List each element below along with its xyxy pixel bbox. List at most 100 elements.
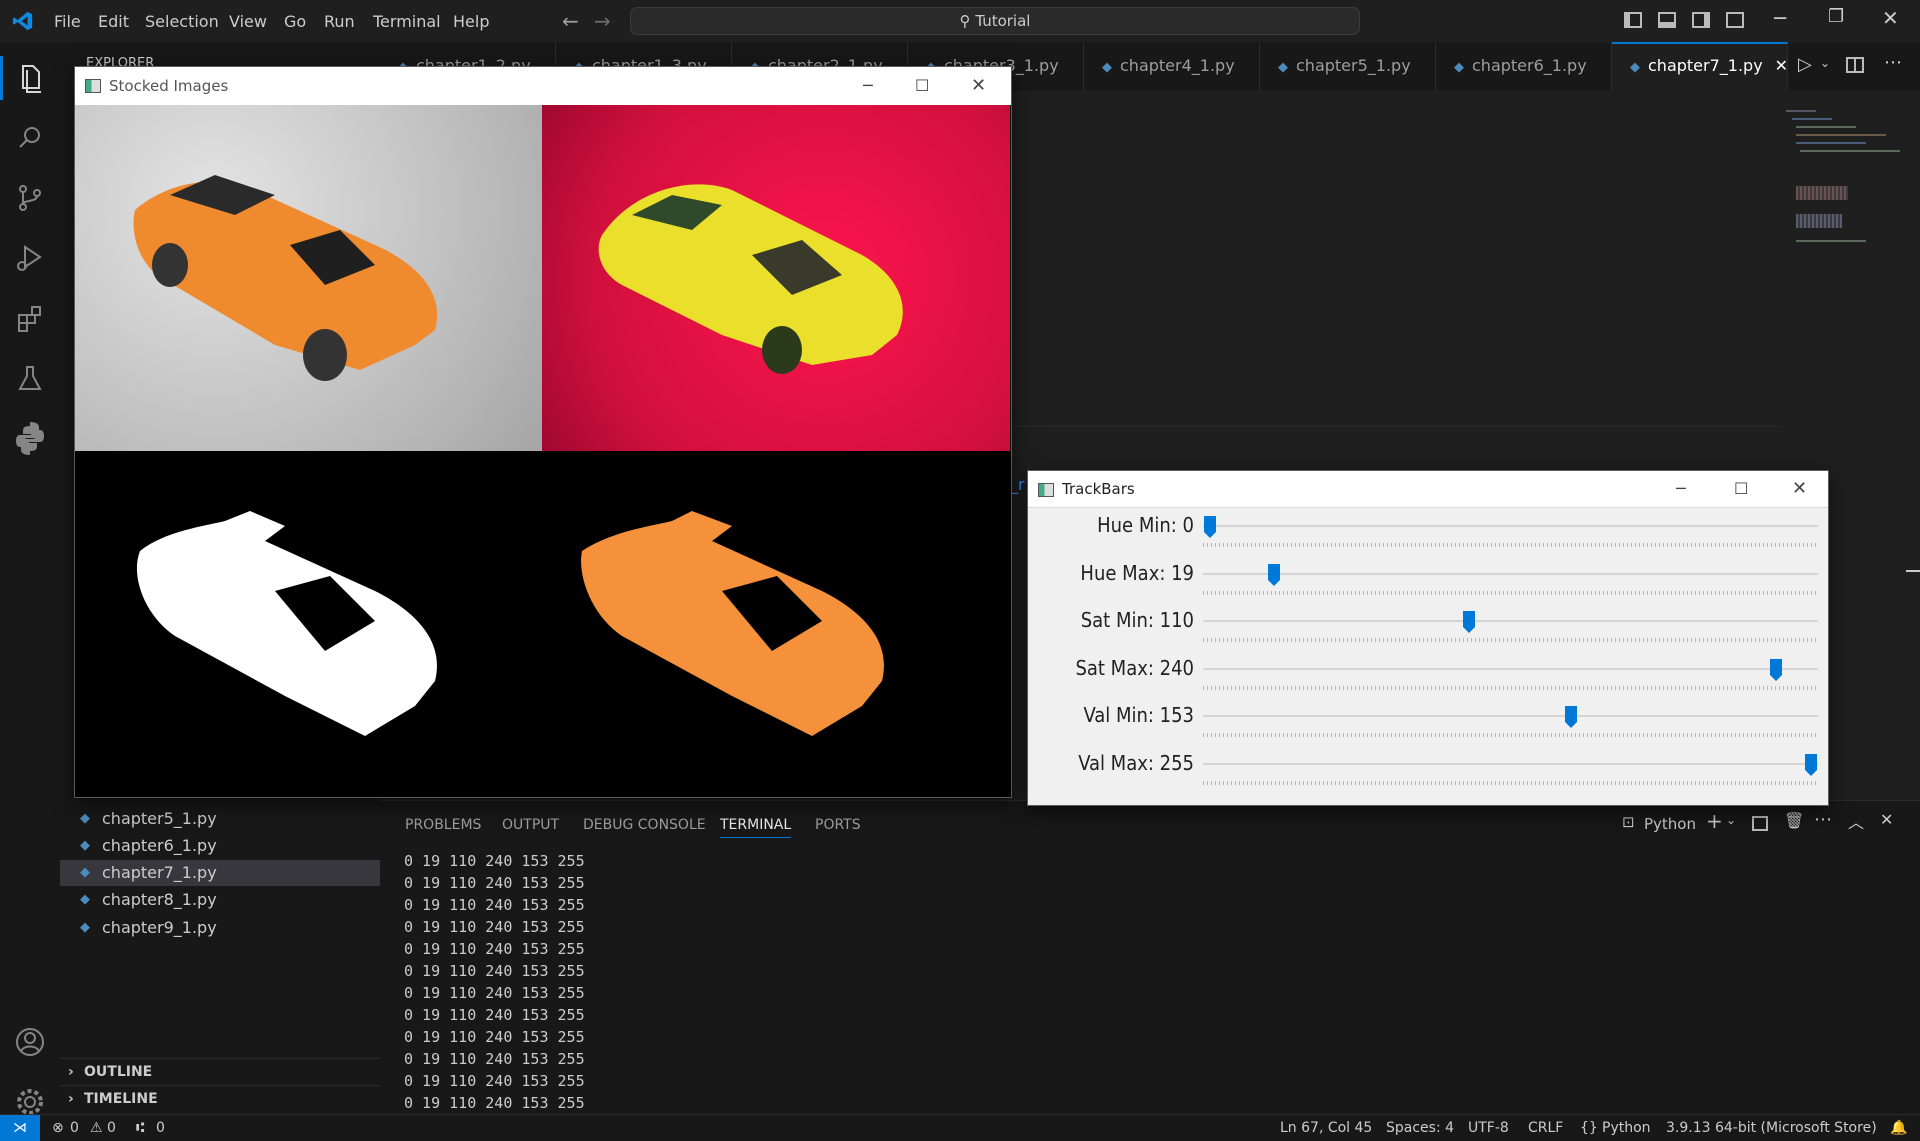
trackbar-track[interactable] xyxy=(1203,572,1818,575)
trackbars-window[interactable]: TrackBars ─ ☐ ✕ Hue Min: 0 Hue Max: 19 Sat… xyxy=(1027,470,1829,806)
menu-run[interactable]: Run xyxy=(318,8,361,35)
menu-help[interactable]: Help xyxy=(447,8,495,35)
warnings-count[interactable]: 0 xyxy=(107,1115,116,1141)
encoding[interactable]: UTF-8 xyxy=(1468,1115,1509,1141)
python-icon[interactable] xyxy=(10,418,50,458)
trackbar-track[interactable] xyxy=(1203,762,1818,765)
minimize-icon[interactable]: ─ xyxy=(1676,471,1686,507)
python-file-icon: ◆ xyxy=(80,892,90,907)
run-python-icon[interactable]: ▷ xyxy=(1798,54,1812,75)
file-item[interactable]: ◆ chapter6_1.py xyxy=(60,833,380,859)
stacked-window-titlebar[interactable]: Stocked Images ─ ☐ ✕ xyxy=(75,67,1011,105)
panel-tab-output[interactable]: OUTPUT xyxy=(502,817,559,833)
split-terminal-icon[interactable] xyxy=(1752,816,1768,831)
timeline-section[interactable]: › TIMELINE xyxy=(60,1085,380,1112)
menu-file[interactable]: File xyxy=(48,8,87,35)
python-file-icon: ◆ xyxy=(80,811,90,826)
toggle-panel-icon[interactable] xyxy=(1658,12,1676,28)
trackbar-thumb[interactable] xyxy=(1462,610,1476,634)
panel-more-icon[interactable]: ⋯ xyxy=(1814,809,1832,830)
trackbar-thumb[interactable] xyxy=(1564,705,1578,729)
file-item[interactable]: ◆ chapter8_1.py xyxy=(60,887,380,913)
maximize-icon[interactable]: ☐ xyxy=(915,67,929,105)
terminal-dropdown-icon[interactable]: ⌄ xyxy=(1726,813,1736,827)
panel-tab-debug-console[interactable]: DEBUG CONSOLE xyxy=(583,817,706,833)
tab-chapter5-1[interactable]: ◆ chapter5_1.py xyxy=(1260,42,1436,90)
panel-tab-terminal[interactable]: TERMINAL xyxy=(720,817,792,838)
maximize-panel-icon[interactable]: ︿ xyxy=(1848,809,1864,833)
menu-go[interactable]: Go xyxy=(278,8,312,35)
file-item-active[interactable]: ◆ chapter7_1.py xyxy=(60,860,380,886)
source-control-icon[interactable] xyxy=(10,178,50,218)
menu-edit[interactable]: Edit xyxy=(92,8,135,35)
explorer-icon[interactable] xyxy=(10,58,50,98)
trackbar-track[interactable] xyxy=(1203,525,1818,527)
trash-icon[interactable]: 🗑 xyxy=(1784,811,1804,830)
toggle-secondary-sidebar-icon[interactable] xyxy=(1692,12,1710,28)
search-icon[interactable] xyxy=(10,118,50,158)
extensions-icon[interactable] xyxy=(10,298,50,338)
stacked-images-window[interactable]: Stocked Images ─ ☐ ✕ xyxy=(74,66,1012,798)
minimize-icon[interactable]: ─ xyxy=(863,67,873,105)
errors-icon[interactable]: ⊗ xyxy=(52,1115,64,1141)
more-actions-icon[interactable]: ⋯ xyxy=(1884,52,1902,73)
run-dropdown-icon[interactable]: ⌄ xyxy=(1820,56,1830,70)
minimize-icon[interactable]: ─ xyxy=(1774,6,1786,30)
command-center-search[interactable]: ⚲ Tutorial xyxy=(630,7,1360,35)
toggle-sidebar-icon[interactable] xyxy=(1624,12,1642,28)
back-arrow-icon[interactable]: ← xyxy=(562,9,579,33)
notifications-bell-icon[interactable]: 🔔 xyxy=(1890,1115,1907,1141)
trackbar-thumb[interactable] xyxy=(1769,658,1783,682)
trackbar-track[interactable] xyxy=(1203,715,1818,717)
outline-section[interactable]: › OUTLINE xyxy=(60,1058,380,1085)
panel-tab-problems[interactable]: PROBLEMS xyxy=(405,817,481,833)
account-icon[interactable] xyxy=(10,1022,50,1062)
terminal-line: 0 19 110 240 153 255 xyxy=(404,1028,585,1046)
trackbar-thumb[interactable] xyxy=(1203,515,1217,539)
terminal-name[interactable]: Python xyxy=(1644,815,1696,833)
trackbar-ticks xyxy=(1203,543,1818,547)
ports-count[interactable]: 0 xyxy=(156,1115,165,1141)
file-item[interactable]: ◆ chapter9_1.py xyxy=(60,915,380,941)
cursor-position[interactable]: Ln 67, Col 45 xyxy=(1280,1115,1372,1141)
minimap[interactable] xyxy=(1786,110,1906,260)
terminal-line: 0 19 110 240 153 255 xyxy=(404,918,585,936)
close-tab-icon[interactable]: ✕ xyxy=(1775,56,1788,75)
file-item[interactable]: ◆ chapter5_1.py xyxy=(60,806,380,832)
customize-layout-icon[interactable] xyxy=(1726,12,1744,28)
trackbars-titlebar[interactable]: TrackBars ─ ☐ ✕ xyxy=(1028,471,1828,508)
language-mode[interactable]: Python xyxy=(1602,1115,1651,1141)
new-terminal-plus-icon[interactable]: + xyxy=(1706,809,1723,833)
trackbar-track[interactable] xyxy=(1203,667,1818,670)
close-icon[interactable]: ✕ xyxy=(971,67,986,105)
errors-count[interactable]: 0 xyxy=(70,1115,79,1141)
maximize-icon[interactable]: ☐ xyxy=(1734,471,1748,507)
close-icon[interactable]: ✕ xyxy=(1792,471,1807,507)
menu-selection[interactable]: Selection xyxy=(139,8,225,35)
split-editor-icon[interactable] xyxy=(1846,57,1864,73)
line-ending[interactable]: CRLF xyxy=(1528,1115,1563,1141)
scroll-indicator xyxy=(1906,570,1920,572)
menu-view[interactable]: View xyxy=(223,8,273,35)
tab-chapter7-1[interactable]: ◆ chapter7_1.py ✕ xyxy=(1612,42,1788,90)
run-debug-icon[interactable] xyxy=(10,238,50,278)
vscode-logo-icon[interactable] xyxy=(12,10,34,32)
warnings-icon[interactable]: ⚠ xyxy=(90,1115,103,1141)
panel-tab-ports[interactable]: PORTS xyxy=(815,817,861,833)
tab-chapter6-1[interactable]: ◆ chapter6_1.py xyxy=(1436,42,1612,90)
restore-icon[interactable]: ❐ xyxy=(1828,6,1844,27)
search-label: Tutorial xyxy=(975,12,1031,30)
forward-arrow-icon[interactable]: → xyxy=(594,9,611,33)
remote-indicator-icon[interactable]: ⋊ xyxy=(0,1115,40,1141)
tab-chapter4-1[interactable]: ◆ chapter4_1.py xyxy=(1084,42,1260,90)
indentation[interactable]: Spaces: 4 xyxy=(1386,1115,1454,1141)
trackbar-thumb[interactable] xyxy=(1267,563,1281,587)
testing-flask-icon[interactable] xyxy=(10,358,50,398)
python-interpreter[interactable]: 3.9.13 64-bit (Microsoft Store) xyxy=(1666,1115,1877,1141)
trackbar-track[interactable] xyxy=(1203,620,1818,622)
menu-terminal[interactable]: Terminal xyxy=(367,8,447,35)
close-panel-icon[interactable]: ✕ xyxy=(1880,810,1893,829)
close-icon[interactable]: ✕ xyxy=(1882,6,1899,30)
trackbar-thumb[interactable] xyxy=(1804,753,1818,777)
ports-icon[interactable]: ⑆ xyxy=(136,1115,144,1141)
